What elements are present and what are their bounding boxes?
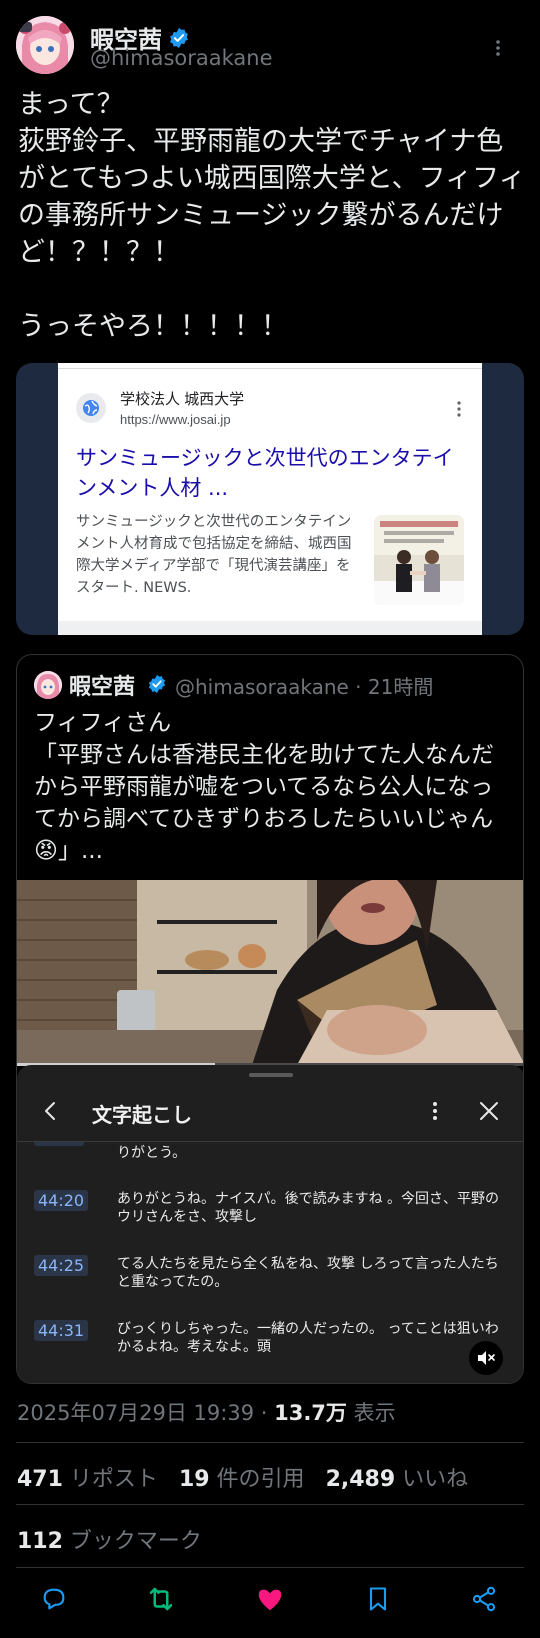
more-icon <box>456 401 462 420</box>
bookmark-icon <box>369 1587 387 1611</box>
share-button[interactable] <box>467 1582 501 1616</box>
back-icon[interactable] <box>39 1099 63 1123</box>
timestamp-badge[interactable]: 44:31 <box>34 1320 89 1341</box>
avatar <box>34 671 62 699</box>
like-button[interactable] <box>253 1582 287 1616</box>
transcript-line: びっくりしちゃった。一緒の人だったの。 ってことは狙いわかるよね。考えなよ。頭 <box>117 1321 499 1355</box>
transcript-panel: 文字起こし りがとう。 44:20 ありがとうね。ナイスパ。後で読みますね 。今… <box>17 1065 523 1383</box>
transcript-line: てる人たちを見たら全く私をね、攻撃 しろって言った人たちと重なってたの。 <box>117 1256 499 1290</box>
transcript-line: ありがとうね。ナイスパ。後で読みますね 。今回さ、平野のウリさんをさ、攻撃し <box>117 1191 500 1225</box>
transcript-title: 文字起こし <box>92 1103 192 1127</box>
views-count[interactable]: 13.7万 <box>274 1401 347 1425</box>
divider <box>16 1442 524 1443</box>
timestamp-badge[interactable]: 44:20 <box>34 1190 89 1211</box>
quoted-text: フィフィさん 「平野さんは香港民主化を助けてた人なんだから平野雨龍が嘘をついてる… <box>34 710 494 864</box>
repost-button[interactable] <box>144 1582 178 1616</box>
handle[interactable]: @himasoraakane <box>90 46 273 70</box>
divider <box>16 1504 524 1505</box>
result-title: サンミュージックと次世代のエンタテインメント人材 ... <box>76 446 454 500</box>
mute-button[interactable] <box>469 1341 503 1375</box>
transcript-line-partial: りがとう。 <box>117 1145 187 1161</box>
transcript-list[interactable]: りがとう。 44:20 ありがとうね。ナイスパ。後で読みますね 。今回さ、平野の… <box>17 1142 523 1383</box>
views-label: 表示 <box>346 1401 396 1425</box>
avatar[interactable] <box>16 16 74 74</box>
card-footer-bar <box>58 621 482 635</box>
reply-button[interactable] <box>37 1582 71 1616</box>
divider <box>16 1567 524 1568</box>
more-icon[interactable] <box>488 38 508 58</box>
reposts-stat[interactable]: 471 リポスト <box>17 1461 158 1493</box>
bookmarks-stat[interactable]: 112 ブックマーク <box>17 1523 202 1555</box>
mute-icon <box>478 1351 495 1365</box>
transcript-item[interactable]: 44:25 てる人たちを見たら全く私をね、攻撃 しろって言った人たちと重なってた… <box>17 1255 523 1315</box>
datetime: 2025年07月29日 19:39 · <box>17 1401 275 1425</box>
transcript-item[interactable]: 44:31 びっくりしちゃった。一緒の人だったの。 ってことは狙いわかるよね。考… <box>17 1320 523 1380</box>
tweet-timestamp: 2025年07月29日 19:39 · 13.7万 表示 <box>17 1397 396 1427</box>
bookmark-button[interactable] <box>361 1582 395 1616</box>
image-attachment[interactable]: 学校法人 城西大学 https://www.josai.jp サンミュージックと… <box>16 363 524 635</box>
timestamp-badge <box>34 1142 84 1146</box>
repost-icon <box>149 1587 173 1611</box>
more-icon[interactable] <box>425 1099 445 1123</box>
quoted-meta: @himasoraakane · 21時間 <box>175 675 434 699</box>
quoted-tweet[interactable]: 暇空茜 @himasoraakane · 21時間 フィフィさん 「平野さんは香… <box>16 654 524 1384</box>
result-thumbnail <box>374 515 464 605</box>
tweet-text: まって？ 荻野鈴子、平野雨龍の大学でチャイナ色がとてもつよい城西国際大学と、フィ… <box>18 89 526 342</box>
globe-icon <box>76 393 106 423</box>
video-player[interactable] <box>17 880 523 1065</box>
quotes-stat[interactable]: 19 件の引用 <box>179 1461 305 1493</box>
reply-icon <box>43 1588 65 1610</box>
site-url: https://www.josai.jp <box>120 412 231 427</box>
drag-handle[interactable] <box>249 1073 293 1077</box>
like-icon <box>258 1589 282 1611</box>
share-icon <box>472 1586 496 1612</box>
divider <box>58 368 482 369</box>
action-bar <box>0 1582 540 1622</box>
tweet-header: 暇空茜 @himasoraakane <box>16 16 524 76</box>
search-result-card: 学校法人 城西大学 https://www.josai.jp サンミュージックと… <box>58 363 482 635</box>
site-name: 学校法人 城西大学 <box>120 391 245 408</box>
likes-stat[interactable]: 2,489 いいね <box>326 1461 469 1493</box>
close-icon[interactable] <box>479 1101 499 1121</box>
engagement-stats: 471 リポスト 19 件の引用 2,489 いいね <box>17 1461 482 1493</box>
timestamp-badge[interactable]: 44:25 <box>34 1255 89 1276</box>
transcript-item[interactable]: 44:20 ありがとうね。ナイスパ。後で読みますね 。今回さ、平野のウリさんをさ… <box>17 1190 523 1250</box>
quoted-display-name: 暇空茜 <box>69 675 136 700</box>
result-description: サンミュージックと次世代のエンタテインメント人材育成で包括協定を締結、城西国際大… <box>76 514 352 596</box>
verified-icon <box>148 674 166 694</box>
